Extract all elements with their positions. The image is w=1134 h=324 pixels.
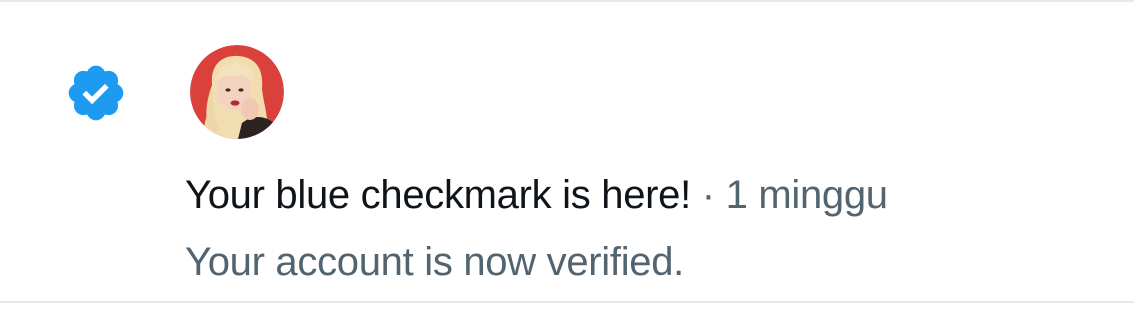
notification-subtitle: Your account is now verified. — [185, 240, 684, 284]
notification-title: Your blue checkmark is here! — [185, 173, 691, 217]
notification-time: 1 minggu — [725, 173, 888, 217]
meta-separator: · — [690, 173, 726, 217]
notification-title-line: Your blue checkmark is here! · 1 minggu — [185, 171, 888, 219]
bottom-divider — [0, 301, 1134, 303]
verified-checkmark-icon — [68, 65, 124, 121]
notification-item[interactable]: Your blue checkmark is here! · 1 minggu … — [0, 2, 1134, 301]
avatar[interactable] — [190, 45, 284, 139]
